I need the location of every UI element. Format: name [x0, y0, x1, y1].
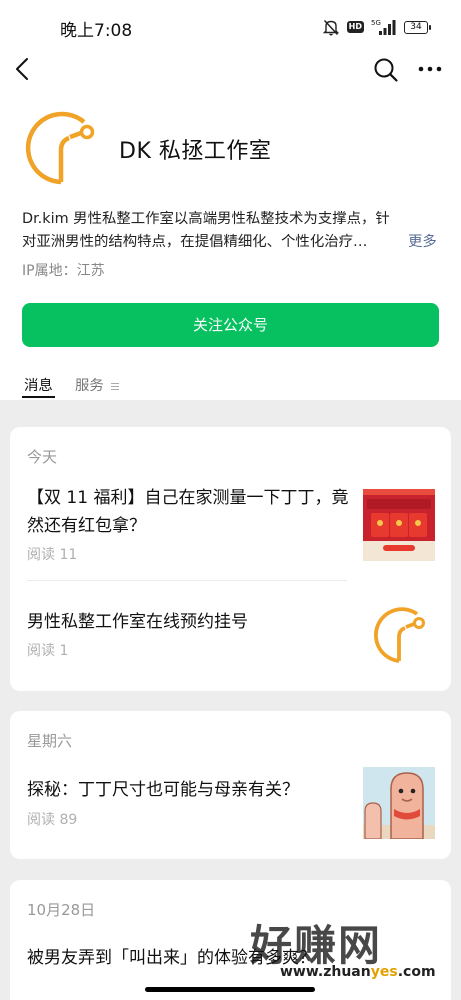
active-tab-indicator [22, 396, 55, 398]
description-line-1: Dr.kim 男性私整工作室以高端男性私整技术为支撑点，针 [22, 211, 390, 227]
article-thumbnail-logo[interactable] [363, 597, 435, 669]
message-group-card: 今天 【双 11 福利】自己在家测量一下丁丁，竟 然还有红包拿？ 阅读 11 男… [10, 427, 451, 691]
article-thumbnail-red-envelope[interactable] [363, 489, 435, 561]
more-link[interactable]: 更多 [408, 231, 437, 254]
hd-voice-icon: HD [346, 21, 364, 33]
group-date: 10月28日 [27, 901, 96, 919]
article-read-count: 阅读 89 [27, 812, 78, 828]
article-title-line-1: 【双 11 福利】自己在家测量一下丁丁，竟 [27, 488, 349, 508]
ip-location: IP属地：江苏 [22, 263, 105, 279]
status-icons: HD 5G 34 [322, 17, 431, 37]
article-title-line-1: 男性私整工作室在线预约挂号 [27, 612, 248, 632]
battery-icon: 34 [404, 20, 431, 34]
account-description: Dr.kim 男性私整工作室以高端男性私整技术为支撑点，针 对亚洲男性的结构特点… [22, 208, 442, 254]
signal-icon: 5G [371, 19, 396, 35]
battery-level: 34 [404, 20, 428, 34]
article-title[interactable]: 男性私整工作室在线预约挂号 [27, 608, 357, 636]
account-logo[interactable] [22, 108, 102, 188]
group-date: 今天 [27, 448, 58, 466]
list-divider [27, 580, 347, 581]
svg-text:5G: 5G [371, 19, 381, 27]
watermark-url: www.zhuanyes.com [280, 964, 436, 980]
article-title[interactable]: 【双 11 福利】自己在家测量一下丁丁，竟 然还有红包拿？ [27, 484, 357, 540]
tab-messages[interactable]: 消息 [24, 374, 53, 395]
status-bar: 晚上7:08 HD 5G 34 [0, 0, 461, 52]
article-read-count: 阅读 11 [27, 547, 78, 563]
account-header-section: 晚上7:08 HD 5G 34 DK 私拯工作室 Dr.kim 男性私整工作室以… [0, 0, 461, 400]
status-time: 晚上7:08 [60, 21, 133, 41]
tab-services-label: 服务 [75, 378, 104, 394]
article-title[interactable]: 探秘：丁丁尺寸也可能与母亲有关？ [27, 776, 357, 804]
home-indicator[interactable] [145, 987, 315, 992]
mute-bell-icon [322, 19, 339, 36]
article-thumbnail-cartoon[interactable] [363, 767, 435, 839]
menu-icon [111, 382, 120, 390]
account-name: DK 私拯工作室 [119, 139, 272, 164]
article-title-line-1: 探秘：丁丁尺寸也可能与母亲有关？ [27, 780, 299, 800]
article-read-count: 阅读 1 [27, 643, 69, 659]
more-options-icon[interactable] [416, 58, 444, 80]
search-icon[interactable] [373, 57, 399, 83]
description-line-2: 对亚洲男性的结构特点，在提倡精细化、个性化治疗… [22, 234, 368, 250]
follow-button[interactable]: 关注公众号 [22, 303, 439, 347]
back-arrow-icon[interactable] [12, 56, 36, 82]
watermark: 好赚网 www.zhuanyes.com [250, 912, 450, 987]
article-title-line-2: 然还有红包拿？ [27, 516, 146, 536]
group-date: 星期六 [27, 732, 73, 750]
message-group-card: 星期六 探秘：丁丁尺寸也可能与母亲有关？ 阅读 89 [10, 711, 451, 859]
tab-services[interactable]: 服务 [75, 374, 120, 395]
